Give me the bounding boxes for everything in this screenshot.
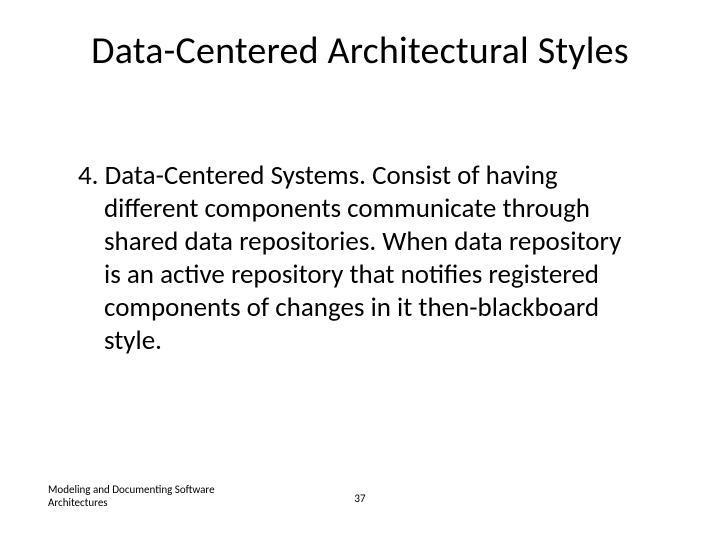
page-number: 37 <box>0 492 720 505</box>
body-text: Data-Centered Systems. Consist of having… <box>104 159 621 357</box>
slide-title: Data-Centered Architectural Styles <box>0 28 720 74</box>
list-number: 4. <box>78 159 99 192</box>
body-paragraph: 4. Data-Centered Systems. Consist of hav… <box>78 160 638 358</box>
slide: Data-Centered Architectural Styles 4. Da… <box>0 0 720 540</box>
slide-body: 4. Data-Centered Systems. Consist of hav… <box>78 160 638 358</box>
